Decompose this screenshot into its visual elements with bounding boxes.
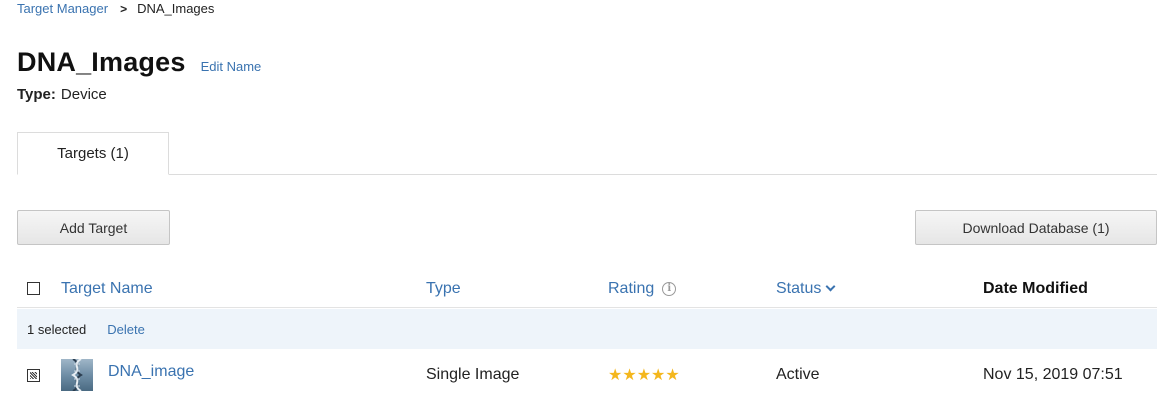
row-status: Active [776,366,820,383]
rating-stars: ★★★★★ [608,367,680,384]
header-status: Status [776,270,836,307]
row-checkbox-cell [27,349,40,401]
header-target-name: Target Name [61,270,153,307]
sort-status[interactable]: Status [776,280,821,298]
row-name-cell: DNA_image [108,346,194,398]
target-name-link[interactable]: DNA_image [108,363,194,381]
table-row[interactable]: DNA_image Single Image ★★★★★ Active Nov … [17,349,1157,401]
add-target-button[interactable]: Add Target [17,210,170,245]
row-rating-cell: ★★★★★ [608,349,680,401]
dna-thumbnail-image[interactable] [61,359,93,391]
breadcrumb-target-manager-link[interactable]: Target Manager [17,1,108,16]
type-row: Type: Device [17,86,107,103]
sort-date-modified[interactable]: Date Modified [983,280,1088,298]
edit-name-link[interactable]: Edit Name [201,59,262,74]
row-date-modified: Nov 15, 2019 07:51 [983,366,1123,383]
header-rating: Rating i [608,270,677,307]
table-header: Target Name Type Rating i Status Date Mo… [17,270,1157,308]
selection-count: 1 selected [27,321,87,337]
chevron-right-icon: > [120,1,128,16]
breadcrumb: Target Manager > DNA_Images [17,1,214,16]
tab-targets[interactable]: Targets (1) [17,132,169,175]
select-all-cell [27,270,40,307]
row-status-cell: Active [776,349,820,401]
type-label: Type: [17,86,56,103]
header-type: Type [426,270,461,307]
type-value: Device [60,86,107,103]
row-checkbox[interactable] [27,368,40,382]
delete-link[interactable]: Delete [107,322,145,337]
row-date-cell: Nov 15, 2019 07:51 [983,349,1123,401]
title-row: DNA_Images Edit Name [17,47,261,78]
select-all-checkbox[interactable] [27,282,40,295]
chevron-down-icon[interactable] [825,281,836,292]
row-type-cell: Single Image [426,349,519,401]
selection-bar: 1 selected Delete [17,309,1157,349]
sort-target-name[interactable]: Target Name [61,280,153,298]
header-date-modified: Date Modified [983,270,1088,307]
sort-rating[interactable]: Rating [608,280,654,298]
tabs-divider [17,174,1157,175]
download-database-button[interactable]: Download Database (1) [915,210,1157,245]
row-type: Single Image [426,366,520,383]
page-title: DNA_Images [17,47,186,77]
breadcrumb-current: DNA_Images [137,1,215,16]
row-thumbnail-cell [61,349,93,401]
sort-type[interactable]: Type [426,280,461,298]
info-icon[interactable]: i [662,281,677,296]
